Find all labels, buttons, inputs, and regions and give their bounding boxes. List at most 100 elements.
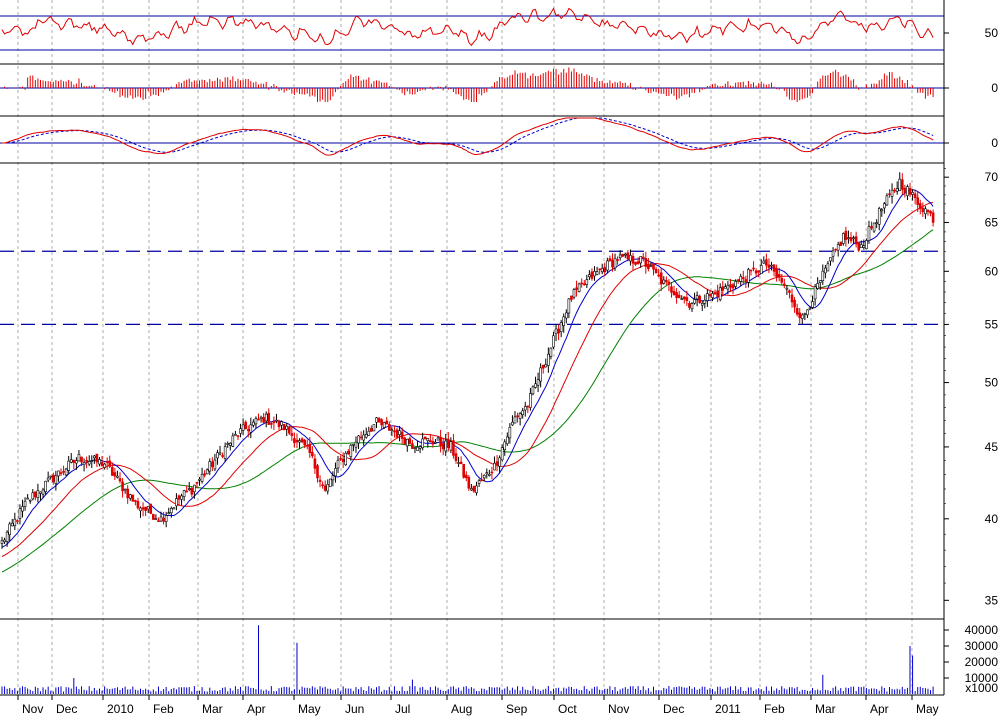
candle-up bbox=[172, 507, 176, 510]
candle-down bbox=[141, 507, 145, 510]
candle-down bbox=[262, 417, 265, 423]
candle-down bbox=[134, 500, 137, 502]
candle-up bbox=[167, 512, 171, 514]
candle-down bbox=[598, 268, 601, 271]
candle-down bbox=[462, 464, 466, 478]
candle-up bbox=[44, 480, 47, 493]
candle-up bbox=[252, 421, 255, 426]
candle-down bbox=[757, 270, 760, 273]
candle-up bbox=[116, 475, 119, 478]
candle-down bbox=[121, 481, 124, 492]
candle-down bbox=[290, 433, 294, 436]
candle-up bbox=[508, 427, 512, 439]
candle-up bbox=[418, 446, 422, 449]
candle-up bbox=[567, 298, 571, 314]
candle-down bbox=[203, 473, 206, 476]
candle-up bbox=[329, 478, 332, 488]
candle-down bbox=[113, 472, 117, 477]
candle-down bbox=[370, 428, 373, 432]
candle-down bbox=[795, 308, 799, 315]
candle-up bbox=[90, 460, 94, 462]
candle-up bbox=[208, 461, 212, 472]
candle-down bbox=[654, 268, 658, 274]
candle-up bbox=[413, 447, 417, 449]
candle-down bbox=[459, 461, 463, 465]
osc1-level-label: 50 bbox=[985, 26, 999, 40]
candle-down bbox=[590, 271, 594, 279]
price-tick-label: 35 bbox=[985, 593, 999, 607]
candle-down bbox=[516, 415, 519, 418]
month-label: Sep bbox=[506, 702, 528, 716]
candle-down bbox=[211, 461, 214, 467]
candle-up bbox=[585, 279, 589, 285]
candle-down bbox=[721, 286, 725, 291]
candle-up bbox=[326, 484, 330, 492]
candle-up bbox=[865, 240, 868, 250]
candle-down bbox=[713, 292, 717, 295]
candle-up bbox=[503, 441, 507, 451]
candle-up bbox=[785, 287, 789, 290]
candle-down bbox=[844, 230, 848, 240]
candle-down bbox=[144, 506, 147, 511]
candle-up bbox=[588, 274, 591, 278]
candle-up bbox=[41, 489, 45, 495]
candle-down bbox=[388, 424, 391, 431]
candle-up bbox=[824, 267, 827, 274]
candle-down bbox=[316, 465, 319, 479]
candle-down bbox=[857, 242, 861, 251]
candle-down bbox=[749, 269, 753, 272]
candle-down bbox=[293, 438, 296, 444]
month-label: Nov bbox=[608, 702, 629, 716]
candle-up bbox=[213, 459, 217, 470]
candle-up bbox=[187, 488, 191, 490]
candle-down bbox=[688, 303, 691, 308]
candle-up bbox=[552, 335, 555, 348]
candle-up bbox=[436, 437, 440, 441]
candle-up bbox=[523, 406, 527, 411]
candle-down bbox=[257, 418, 260, 421]
month-label: Dec bbox=[56, 702, 77, 716]
candle-up bbox=[806, 309, 809, 316]
candle-down bbox=[541, 364, 545, 369]
candle-up bbox=[867, 226, 871, 241]
candle-up bbox=[239, 428, 242, 434]
candle-up bbox=[457, 462, 460, 464]
candle-up bbox=[534, 383, 537, 388]
candle-up bbox=[470, 488, 473, 491]
candle-down bbox=[439, 436, 442, 446]
candle-down bbox=[480, 479, 483, 482]
candle-down bbox=[95, 453, 99, 463]
candle-up bbox=[231, 435, 235, 447]
candle-up bbox=[200, 473, 204, 482]
candle-up bbox=[726, 285, 730, 290]
candle-up bbox=[82, 462, 86, 466]
month-label: Aug bbox=[451, 702, 472, 716]
candle-down bbox=[313, 458, 317, 469]
candle-down bbox=[918, 203, 922, 209]
candle-up bbox=[434, 441, 437, 444]
candle-down bbox=[641, 256, 645, 259]
candle-down bbox=[244, 421, 247, 430]
candle-up bbox=[695, 295, 699, 300]
month-label: Apr bbox=[247, 702, 266, 716]
price-tick-label: 70 bbox=[985, 170, 999, 184]
candle-down bbox=[380, 419, 383, 426]
candle-up bbox=[23, 500, 27, 507]
candle-down bbox=[447, 438, 450, 448]
month-label: Jul bbox=[395, 702, 410, 716]
candle-down bbox=[321, 484, 324, 486]
month-label: Apr bbox=[870, 702, 889, 716]
candle-down bbox=[490, 471, 494, 474]
candle-up bbox=[759, 265, 763, 275]
candle-up bbox=[711, 293, 714, 298]
candle-up bbox=[21, 506, 24, 512]
candle-down bbox=[85, 459, 88, 462]
candle-up bbox=[139, 507, 142, 512]
candle-up bbox=[547, 353, 550, 366]
candle-down bbox=[788, 290, 791, 293]
candle-down bbox=[303, 439, 306, 446]
candle-up bbox=[375, 417, 378, 423]
candle-up bbox=[852, 237, 855, 240]
candle-down bbox=[118, 478, 122, 482]
candle-down bbox=[921, 207, 925, 213]
